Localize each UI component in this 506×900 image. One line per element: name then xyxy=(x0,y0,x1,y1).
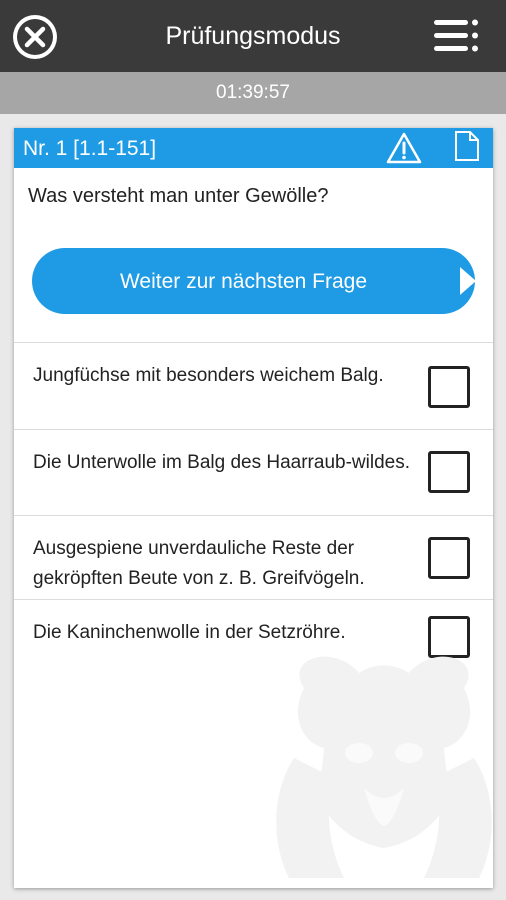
answer-text: Jungfüchse mit besonders weichem Balg. xyxy=(33,365,384,386)
menu-list-icon xyxy=(434,19,478,52)
question-number: Nr. 1 [1.1-151] xyxy=(23,137,157,160)
next-question-label: Weiter zur nächsten Frage xyxy=(119,270,368,293)
answer-text: Die Kaninchenwolle in der Setzröhre. xyxy=(33,622,346,643)
close-button[interactable] xyxy=(13,15,57,59)
menu-button[interactable] xyxy=(432,18,480,54)
answer-checkbox[interactable] xyxy=(428,366,470,408)
timer-bar: 01:39:57 xyxy=(0,72,506,114)
note-icon[interactable] xyxy=(450,130,482,162)
answer-text: Ausgespiene unverdauliche Reste der gekr… xyxy=(33,538,365,589)
timer-value: 01:39:57 xyxy=(216,82,290,103)
question-header: Nr. 1 [1.1-151] xyxy=(14,128,493,168)
close-icon xyxy=(17,19,53,55)
top-bar: Prüfungsmodus xyxy=(0,0,506,72)
next-question-button[interactable]: Weiter zur nächsten Frage xyxy=(32,248,476,314)
background-edge xyxy=(0,114,14,900)
watermark-logo-icon xyxy=(276,656,492,878)
answer-option[interactable]: Jungfüchse mit besonders weichem Balg. xyxy=(14,342,493,429)
question-text: Was versteht man unter Gewölle? xyxy=(28,185,329,207)
question-card: Nr. 1 [1.1-151] Was versteht man unter G… xyxy=(14,128,493,888)
answer-option[interactable]: Ausgespiene unverdauliche Reste der gekr… xyxy=(14,515,493,599)
page-title: Prüfungsmodus xyxy=(165,22,341,50)
answer-text: Die Unterwolle im Balg des Haarraub-wild… xyxy=(33,452,410,473)
answer-checkbox[interactable] xyxy=(428,537,470,579)
chevron-right-icon xyxy=(460,267,476,295)
warning-icon[interactable] xyxy=(386,131,422,165)
answer-checkbox[interactable] xyxy=(428,451,470,493)
answer-option[interactable]: Die Unterwolle im Balg des Haarraub-wild… xyxy=(14,429,493,515)
